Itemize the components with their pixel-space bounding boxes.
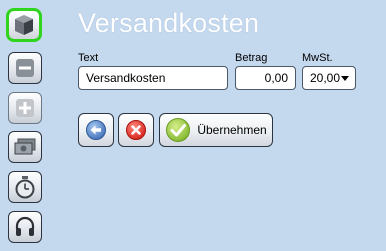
arrow-left-icon — [86, 120, 106, 140]
amount-label: Betrag — [235, 52, 268, 64]
sidebar — [0, 0, 56, 251]
headset-icon — [15, 216, 35, 236]
sidebar-item-cash[interactable] — [8, 131, 42, 163]
checkmark-icon — [166, 118, 191, 142]
back-button[interactable] — [78, 113, 114, 147]
sidebar-item-support[interactable] — [8, 211, 42, 243]
vat-label: MwSt. — [302, 52, 333, 64]
page-title: Versandkosten — [78, 8, 260, 38]
text-input[interactable]: Versandkosten — [78, 66, 228, 90]
vat-select-value: 20,00 — [310, 71, 341, 85]
sidebar-item-remove[interactable] — [8, 52, 42, 84]
chevron-down-icon — [341, 76, 349, 81]
sidebar-item-add[interactable] — [8, 92, 42, 124]
apply-button-label: Übernehmen — [197, 123, 267, 137]
timer-icon — [15, 176, 35, 199]
plus-icon — [16, 99, 34, 117]
box-icon — [15, 15, 33, 35]
cash-icon — [14, 138, 36, 155]
sidebar-item-shipping[interactable] — [6, 8, 42, 42]
vat-select[interactable]: 20,00 — [302, 66, 356, 90]
amount-input[interactable]: 0,00 — [235, 66, 296, 90]
sidebar-item-timer[interactable] — [8, 171, 42, 203]
minus-icon — [16, 59, 34, 77]
cancel-button[interactable] — [118, 113, 154, 147]
close-icon — [126, 120, 146, 140]
text-label: Text — [78, 52, 99, 64]
apply-button[interactable]: Übernehmen — [159, 113, 273, 147]
text-input-value: Versandkosten — [86, 71, 166, 85]
amount-input-value: 0,00 — [264, 71, 288, 85]
